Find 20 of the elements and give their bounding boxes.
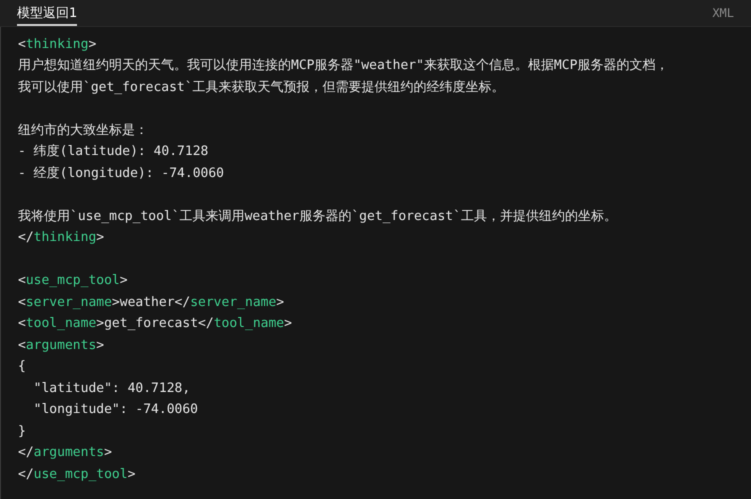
code-line: </use_mcp_tool> [18, 466, 136, 484]
code-line: <arguments> [18, 336, 104, 354]
code-line: } [18, 422, 26, 440]
language-label: XML [712, 4, 734, 22]
code-line: </arguments> [18, 444, 112, 462]
code-line: <tool_name>get_forecast</tool_name> [18, 315, 292, 333]
tab[interactable]: 模型返回1 [17, 0, 78, 26]
code-line: <thinking> [18, 36, 96, 54]
code-line: { [18, 358, 26, 376]
code-line: - 经度(longitude): -74.0060 [18, 164, 224, 182]
code-line: "longitude": -74.0060 [32, 401, 198, 419]
code-line: 我将使用`use_mcp_tool`工具来调用weather服务器的`get_forecast`工具，并提供纽约的坐标。 [18, 208, 617, 226]
code-line: - 纬度(latitude): 40.7128 [18, 143, 208, 161]
code-line: "latitude": 40.7128, [32, 380, 190, 398]
code-line: 纽约市的大致坐标是： [18, 122, 148, 140]
code-line: <use_mcp_tool> [18, 272, 128, 290]
code-line: 用户想知道纽约明天的天气。我可以使用连接的MCP服务器"weather"来获取这个信息。根据MCP服务器的文档， [18, 57, 668, 75]
code-line: </thinking> [18, 229, 104, 247]
code-line: 我可以使用`get_forecast`工具来获取天气预报，但需要提供纽约的经纬度坐标。 [18, 78, 505, 96]
code-line: <server_name>weather</server_name> [18, 294, 284, 312]
